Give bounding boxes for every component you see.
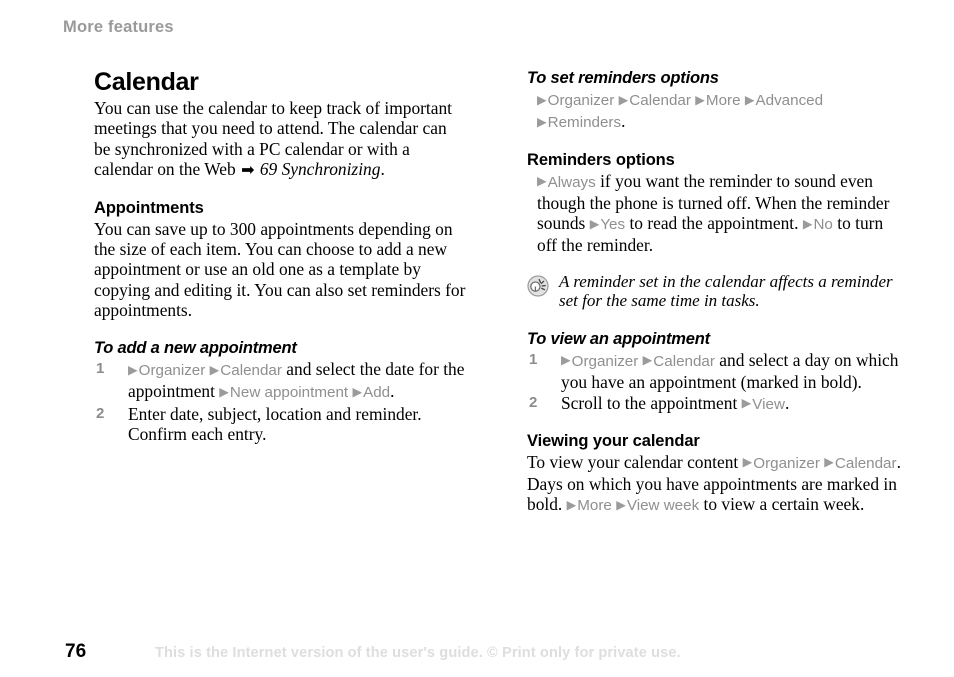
- menu-arrow-icon: ▶: [695, 92, 705, 107]
- reminders-text-2: to read the appointment.: [629, 213, 799, 234]
- menu-arrow-icon: ▶: [537, 92, 547, 107]
- step-item: 2 Enter date, subject, location and remi…: [94, 404, 466, 445]
- view-appointment-steps: 1 ▶Organizer ▶Calendar and select a day …: [527, 350, 902, 415]
- menu-item-more[interactable]: More: [577, 497, 612, 514]
- menu-item-organizer[interactable]: Organizer: [548, 92, 615, 109]
- step-item: 1 ▶Organizer ▶Calendar and select the da…: [94, 359, 466, 404]
- step-number: 1: [96, 360, 105, 378]
- menu-arrow-icon: ▶: [802, 216, 813, 231]
- step-item: 2 Scroll to the appointment ▶View.: [527, 393, 902, 415]
- menu-item-no[interactable]: No: [813, 216, 832, 233]
- right-column: To set reminders options ▶Organizer ▶Cal…: [527, 68, 902, 517]
- appointments-heading: Appointments: [94, 198, 204, 217]
- cross-reference-arrow-icon: ➡: [241, 162, 255, 180]
- page-number: 76: [65, 641, 87, 662]
- step-text: Scroll to the appointment: [561, 392, 738, 413]
- menu-arrow-icon: ▶: [616, 497, 626, 512]
- tip-bulb-icon: [527, 275, 549, 297]
- menu-arrow-icon: ▶: [566, 497, 577, 512]
- menu-arrow-icon: ▶: [742, 455, 753, 470]
- menu-item-add[interactable]: Add: [363, 384, 390, 401]
- reminders-options-heading: Reminders options: [527, 150, 675, 169]
- footer-copyright-note: This is the Internet version of the user…: [155, 645, 681, 661]
- tip-note: A reminder set in the calendar affects a…: [527, 272, 902, 311]
- menu-item-reminders[interactable]: Reminders: [548, 114, 621, 131]
- menu-item-new-appointment[interactable]: New appointment: [230, 384, 348, 401]
- step-number: 2: [96, 404, 105, 422]
- path-period: .: [621, 111, 626, 132]
- menu-item-view-week[interactable]: View week: [627, 497, 699, 514]
- menu-arrow-icon: ▶: [537, 114, 547, 129]
- menu-item-organizer[interactable]: Organizer: [753, 455, 820, 472]
- menu-arrow-icon: ▶: [352, 384, 363, 399]
- menu-arrow-icon: ▶: [824, 455, 834, 470]
- running-head: More features: [63, 18, 174, 36]
- menu-item-calendar[interactable]: Calendar: [629, 92, 691, 109]
- menu-arrow-icon: ▶: [741, 396, 752, 411]
- menu-arrow-icon: ▶: [589, 216, 600, 231]
- menu-arrow-icon: ▶: [642, 353, 653, 368]
- appointments-paragraph: You can save up to 300 appointments depe…: [94, 218, 466, 320]
- step-text: Enter date, subject, location and remind…: [128, 403, 422, 445]
- menu-item-more[interactable]: More: [706, 92, 741, 109]
- menu-arrow-icon: ▶: [537, 174, 547, 189]
- step-text-end: .: [784, 392, 790, 413]
- viewing-calendar-paragraph: To view your calendar content ▶Organizer…: [527, 452, 902, 517]
- step-text-end: .: [390, 381, 395, 402]
- menu-arrow-icon: ▶: [128, 362, 138, 377]
- set-reminders-options-path: ▶Organizer ▶Calendar ▶More ▶Advanced ▶Re…: [527, 89, 902, 134]
- menu-item-yes[interactable]: Yes: [600, 216, 625, 233]
- menu-item-calendar[interactable]: Calendar: [653, 353, 715, 370]
- page-title: Calendar: [94, 68, 199, 96]
- menu-arrow-icon: ▶: [744, 92, 755, 107]
- cross-reference-link[interactable]: 69 Synchronizing: [260, 159, 381, 179]
- viewing-text-3: to view a certain week.: [703, 494, 865, 515]
- menu-item-view[interactable]: View: [752, 396, 785, 413]
- viewing-text-1: To view your calendar content: [527, 451, 739, 472]
- set-reminders-options-heading: To set reminders options: [527, 69, 719, 87]
- calendar-intro-paragraph: You can use the calendar to keep track o…: [94, 98, 466, 182]
- step-number: 2: [529, 393, 538, 411]
- add-appointment-steps: 1 ▶Organizer ▶Calendar and select the da…: [94, 359, 466, 444]
- menu-item-advanced[interactable]: Advanced: [756, 92, 824, 109]
- menu-arrow-icon: ▶: [219, 384, 229, 399]
- viewing-calendar-heading: Viewing your calendar: [527, 431, 700, 450]
- tip-text: A reminder set in the calendar affects a…: [559, 271, 893, 311]
- menu-arrow-icon: ▶: [561, 353, 571, 368]
- left-column: Calendar You can use the calendar to kee…: [94, 68, 466, 444]
- step-item: 1 ▶Organizer ▶Calendar and select a day …: [527, 350, 902, 393]
- view-appointment-heading: To view an appointment: [527, 329, 710, 348]
- add-appointment-heading: To add a new appointment: [94, 339, 297, 358]
- step-number: 1: [529, 350, 538, 368]
- menu-arrow-icon: ▶: [209, 362, 220, 377]
- reminders-options-paragraph: ▶Always if you want the reminder to soun…: [527, 171, 902, 256]
- menu-item-calendar[interactable]: Calendar: [835, 455, 897, 472]
- page-footer: 76 This is the Internet version of the u…: [0, 641, 954, 671]
- menu-item-organizer[interactable]: Organizer: [572, 353, 639, 370]
- menu-item-organizer[interactable]: Organizer: [139, 362, 206, 379]
- menu-item-always[interactable]: Always: [548, 174, 596, 191]
- menu-arrow-icon: ▶: [618, 92, 629, 107]
- menu-item-calendar[interactable]: Calendar: [220, 362, 282, 379]
- intro-period: .: [380, 158, 385, 179]
